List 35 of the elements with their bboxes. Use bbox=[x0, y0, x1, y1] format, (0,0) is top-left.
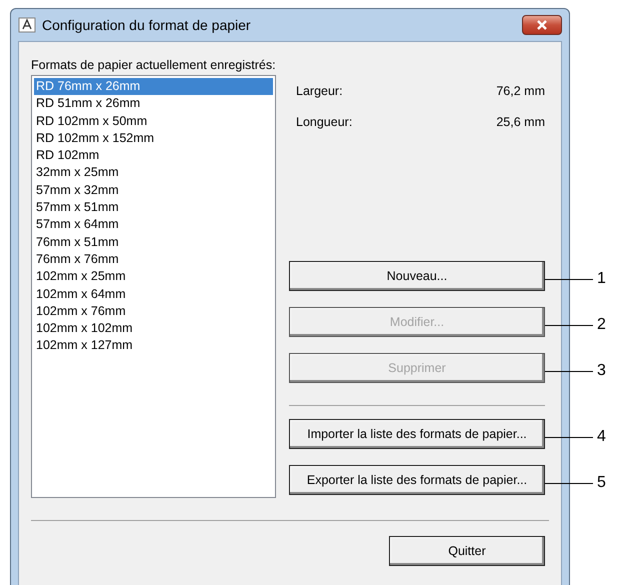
list-item[interactable]: 57mm x 51mm bbox=[34, 199, 273, 216]
formats-list[interactable] bbox=[31, 75, 276, 498]
action-button[interactable]: Nouveau... bbox=[289, 261, 545, 291]
list-item[interactable]: RD 102mm x 152mm bbox=[34, 130, 273, 148]
list-item[interactable]: RD 51mm x 26mm bbox=[34, 95, 273, 113]
leader-line bbox=[545, 278, 593, 280]
list-label: Formats de papier actuellement enregistrés: bbox=[31, 58, 276, 72]
list-item[interactable]: 102mm x 102mm bbox=[34, 320, 273, 338]
list-item[interactable]: 102mm x 64mm bbox=[34, 286, 273, 303]
field-label: Largeur: bbox=[296, 84, 343, 100]
quit-button[interactable]: Quitter bbox=[389, 536, 545, 566]
list-item[interactable]: RD 76mm x 26mm bbox=[34, 78, 273, 96]
field-value: 25,6 mm bbox=[496, 115, 545, 131]
action-button[interactable]: Exporter la liste des formats de papier... bbox=[289, 465, 545, 495]
action-button[interactable]: Importer la liste des formats de papier... bbox=[289, 419, 545, 449]
leader-line bbox=[545, 324, 593, 326]
app-icon bbox=[18, 17, 36, 33]
leader-line bbox=[545, 370, 593, 372]
list-item[interactable]: 57mm x 32mm bbox=[34, 182, 273, 200]
close-button[interactable] bbox=[522, 15, 562, 35]
list-item[interactable]: 102mm x 25mm bbox=[34, 268, 273, 286]
window-title: Configuration du format de papier bbox=[42, 17, 252, 33]
leader-line bbox=[545, 436, 593, 438]
list-item[interactable]: RD 102mm x 50mm bbox=[34, 112, 273, 130]
close-icon bbox=[536, 20, 548, 30]
field-label: Longueur: bbox=[296, 115, 352, 131]
list-item[interactable]: 76mm x 76mm bbox=[34, 250, 273, 268]
list-item[interactable]: RD 102mm bbox=[34, 147, 273, 164]
list-item[interactable]: 57mm x 64mm bbox=[34, 216, 273, 234]
field-value: 76,2 mm bbox=[496, 84, 545, 100]
leader-line bbox=[545, 482, 593, 484]
list-item[interactable]: 32mm x 25mm bbox=[34, 164, 273, 182]
list-item[interactable]: 76mm x 51mm bbox=[34, 234, 273, 251]
list-item[interactable]: 102mm x 76mm bbox=[34, 302, 273, 320]
list-item[interactable]: 102mm x 127mm bbox=[34, 337, 273, 355]
